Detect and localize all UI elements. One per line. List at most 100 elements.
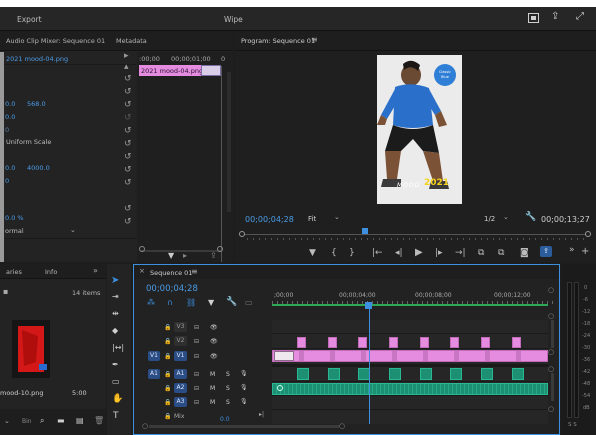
- scroll-handle-left[interactable]: [139, 246, 145, 252]
- trash-icon[interactable]: 🗑: [94, 416, 104, 425]
- track-label-a2[interactable]: A2: [174, 383, 187, 393]
- track-select-tool-icon[interactable]: ⇥: [112, 292, 119, 301]
- close-icon[interactable]: ×: [139, 267, 145, 275]
- scroll-handle-bottom[interactable]: ○: [548, 348, 554, 356]
- blend-mode-select[interactable]: ormal: [5, 227, 24, 235]
- bin-label[interactable]: Bin: [22, 418, 32, 425]
- timeline-sequence-tab[interactable]: Sequence 01: [150, 269, 192, 277]
- mix-value[interactable]: 0.0: [220, 416, 230, 423]
- track-label-v1[interactable]: V1: [174, 351, 187, 361]
- clip-v2[interactable]: [358, 337, 367, 348]
- step-back-icon[interactable]: ◂|: [395, 248, 403, 258]
- reset-icon[interactable]: ↺: [124, 113, 132, 123]
- timeline-ruler[interactable]: ;00;00 00;00;04;00 00;00;08;00 00;00;12;…: [272, 284, 556, 306]
- export-frame-icon[interactable]: ◙: [520, 248, 529, 258]
- reset-icon[interactable]: ↺: [124, 165, 132, 175]
- scrub-handle-left[interactable]: [239, 231, 245, 237]
- mark-in-icon[interactable]: {: [331, 248, 337, 258]
- program-monitor-title[interactable]: Program: Sequence 01: [241, 37, 315, 45]
- meter-solo-buttons[interactable]: S S: [568, 422, 577, 428]
- nest-icon[interactable]: ⁂: [147, 298, 155, 307]
- clip-a1[interactable]: [389, 368, 401, 380]
- clip-a1[interactable]: [450, 368, 462, 380]
- add-marker-icon[interactable]: ▼: [208, 298, 214, 307]
- scroll-handle-bottom[interactable]: ○: [548, 405, 554, 413]
- video-vertical-scrollbar[interactable]: [551, 320, 554, 348]
- vertical-scrollbar[interactable]: [227, 72, 231, 212]
- export-menu[interactable]: Export: [17, 15, 42, 24]
- clip-a1[interactable]: [481, 368, 493, 380]
- eye-icon[interactable]: 👁: [210, 353, 218, 360]
- clip-v2[interactable]: [420, 337, 429, 348]
- reset-icon[interactable]: ↺: [124, 152, 132, 162]
- filter-icon[interactable]: ▼: [168, 251, 174, 260]
- source-clip-name[interactable]: 2021 mood-04.png: [6, 55, 68, 63]
- scale-value[interactable]: 0.0: [5, 113, 15, 121]
- video-frame[interactable]: Classic Blue MOOD 2021: [377, 55, 462, 204]
- rotation-value[interactable]: 0: [5, 126, 9, 134]
- go-to-out-icon[interactable]: →|: [455, 248, 466, 258]
- mini-clip[interactable]: 2021 mood-04.png: [139, 65, 203, 76]
- sync-lock-icon[interactable]: ⊟: [194, 385, 199, 392]
- play-triangle-icon[interactable]: ▸: [124, 51, 129, 61]
- play-only-audio-icon[interactable]: ▸: [183, 251, 187, 260]
- timeline-timecode-value[interactable]: 00;00;04;28: [146, 284, 198, 294]
- scroll-handle-right[interactable]: [217, 246, 223, 252]
- reset-icon[interactable]: ↺: [124, 74, 132, 84]
- new-bin-icon[interactable]: ▬: [57, 416, 65, 425]
- solo-button[interactable]: S: [226, 385, 230, 392]
- new-item-icon[interactable]: ▤: [76, 416, 84, 425]
- work-area-bar[interactable]: [272, 304, 548, 306]
- thumbnail-frame[interactable]: [12, 320, 50, 378]
- fullscreen-icon[interactable]: ⤢: [576, 11, 584, 22]
- sync-lock-icon[interactable]: ⊟: [194, 399, 199, 406]
- play-icon[interactable]: ▶: [415, 247, 423, 258]
- clip-a2[interactable]: [272, 383, 548, 395]
- scrub-handle-right[interactable]: [585, 231, 591, 237]
- mute-button[interactable]: M: [210, 399, 215, 406]
- more-tabs-icon[interactable]: »: [93, 266, 98, 275]
- lock-icon[interactable]: 🔒: [164, 324, 171, 331]
- scroll-handle-left[interactable]: ○: [142, 422, 148, 430]
- position-x-value[interactable]: 0.0: [5, 100, 15, 108]
- reset-icon[interactable]: ↺: [124, 126, 132, 136]
- mute-button[interactable]: M: [210, 371, 215, 378]
- clip-v2[interactable]: [389, 337, 398, 348]
- tab-audio-clip-mixer[interactable]: Audio Clip Mixer: Sequence 01: [6, 37, 105, 45]
- track-label-v3[interactable]: V3: [174, 322, 187, 332]
- source-patch-v1[interactable]: V1: [148, 351, 160, 361]
- comparison-view-icon[interactable]: ⇪: [540, 246, 552, 257]
- clip-v2[interactable]: [450, 337, 459, 348]
- tab-metadata[interactable]: Metadata: [116, 37, 147, 45]
- chevron-down-icon[interactable]: ⌄: [503, 213, 509, 221]
- button-editor-plus-icon[interactable]: +: [581, 246, 589, 257]
- track-area[interactable]: [272, 306, 548, 424]
- program-playhead[interactable]: [362, 228, 368, 234]
- lock-icon[interactable]: 🔒: [164, 353, 171, 360]
- more-controls-icon[interactable]: »: [569, 245, 575, 255]
- captions-icon[interactable]: ▭: [245, 298, 253, 307]
- snap-icon[interactable]: ∩: [167, 298, 173, 307]
- clip-v2[interactable]: [328, 337, 337, 348]
- program-timecode[interactable]: 00;00;04;28: [245, 215, 294, 224]
- clip-a2-keyframe[interactable]: [277, 385, 283, 391]
- clip-a1[interactable]: [512, 368, 524, 380]
- chevron-down-icon[interactable]: ⌄: [70, 226, 76, 234]
- panel-menu-icon[interactable]: ≡: [191, 267, 198, 276]
- extract-icon[interactable]: ⧉: [498, 248, 504, 258]
- collapse-triangle-icon[interactable]: ▴: [124, 62, 129, 72]
- track-label-v2[interactable]: V2: [174, 336, 187, 346]
- reset-icon[interactable]: ↺: [124, 100, 132, 110]
- zoom-select[interactable]: Fit: [308, 215, 316, 223]
- ripple-edit-tool-icon[interactable]: ⇹: [112, 309, 119, 318]
- mini-scrollbar[interactable]: [141, 250, 221, 252]
- reset-icon[interactable]: ↺: [124, 139, 132, 149]
- clip-a1[interactable]: [420, 368, 432, 380]
- antiflicker-value[interactable]: 0: [5, 177, 9, 185]
- wrench-icon[interactable]: 🔧: [525, 212, 536, 222]
- reset-icon[interactable]: ↺: [124, 87, 132, 97]
- folder-icon[interactable]: ▪: [3, 287, 8, 296]
- chevron-down-icon[interactable]: ⌄: [334, 213, 340, 221]
- slip-tool-icon[interactable]: |↔|: [112, 343, 124, 352]
- timeline-playhead-line[interactable]: [369, 306, 370, 424]
